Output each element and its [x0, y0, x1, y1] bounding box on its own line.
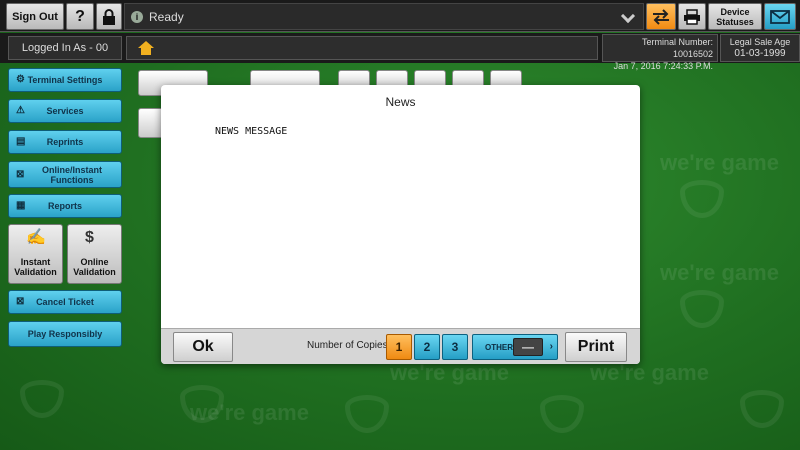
lock-button[interactable]: [96, 3, 122, 30]
sidebar-item-reprints[interactable]: ▤ Reprints: [8, 130, 122, 154]
copies-other-button[interactable]: OTHER — ›: [472, 334, 558, 360]
ok-button[interactable]: Ok: [173, 332, 233, 362]
home-icon[interactable]: [137, 40, 155, 56]
other-value-field[interactable]: —: [513, 338, 543, 356]
watermark-text: we're game: [190, 400, 309, 425]
news-message: NEWS MESSAGE: [215, 126, 288, 137]
sidebar-item-label: Online/Instant Functions: [41, 164, 102, 185]
function-icon: ⊠: [16, 168, 25, 180]
help-button[interactable]: ?: [66, 3, 94, 30]
sidebar-item-online-instant[interactable]: ⊠ Online/Instant Functions: [8, 161, 122, 188]
device-statuses-button[interactable]: Device Statuses: [708, 3, 762, 30]
lock-icon: [103, 8, 115, 25]
terminal-number: Terminal Number: 10016502: [641, 37, 713, 59]
sidebar-item-label: Services: [46, 106, 84, 116]
sidebar-item-label: Terminal Settings: [27, 75, 103, 85]
sidebar-item-label: Cancel Ticket: [36, 297, 94, 307]
top-bar: Sign Out ? i Ready Device Statuses: [0, 0, 800, 32]
instant-validation-label: Instant Validation: [14, 257, 57, 277]
chevron-right-icon: ›: [549, 341, 553, 352]
watermark-logo-icon: [740, 390, 784, 428]
report-icon: ▦: [16, 200, 26, 211]
other-label: OTHER: [485, 343, 513, 352]
modal-title: News: [385, 95, 416, 109]
envelope-icon: [770, 9, 790, 24]
legal-age-info: Legal Sale Age 01-03-1999: [720, 34, 800, 62]
printer-icon: [684, 8, 700, 25]
print-button[interactable]: [678, 3, 706, 30]
sidebar-item-cancel-ticket[interactable]: ⊠ Cancel Ticket: [8, 290, 122, 314]
watermark-text: we're game: [660, 150, 779, 175]
watermark-logo-icon: [540, 395, 584, 433]
terminal-info: Terminal Number: 10016502 Jan 7, 2016 7:…: [602, 34, 718, 71]
ticket-icon: ▤: [16, 136, 26, 147]
swap-arrows-icon: [653, 8, 669, 25]
sidebar-item-label: Play Responsibly: [27, 329, 103, 339]
watermark-text: we're game: [660, 260, 779, 285]
warning-icon: ⚠: [16, 105, 25, 116]
copies-label: Number of Copies: [307, 340, 388, 351]
sidebar-item-terminal-settings[interactable]: ⚙ Terminal Settings: [8, 68, 122, 92]
sidebar-item-play-responsibly[interactable]: Play Responsibly: [8, 321, 122, 347]
sidebar-item-reports[interactable]: ▦ Reports: [8, 194, 122, 218]
money-hand-icon: $: [85, 229, 94, 246]
online-validation-button[interactable]: $ Online Validation: [67, 224, 122, 284]
info-icon: i: [131, 10, 143, 23]
modal-footer: Ok Number of Copies 1 2 3 OTHER — › Prin…: [161, 328, 640, 364]
transfer-button[interactable]: [646, 3, 676, 30]
watermark-logo-icon: [680, 290, 724, 328]
print-button-modal[interactable]: Print: [565, 332, 627, 362]
instant-validation-button[interactable]: ✍ Instant Validation: [8, 224, 63, 284]
sidebar-item-label: Reprints: [46, 137, 84, 147]
gear-icon: ⚙: [16, 74, 25, 85]
copies-option-2[interactable]: 2: [414, 334, 440, 360]
messages-button[interactable]: [764, 3, 796, 30]
sidebar-item-label: Reports: [47, 201, 82, 211]
sidebar-item-services[interactable]: ⚠ Services: [8, 99, 122, 123]
breadcrumb: [126, 36, 598, 60]
legal-age-date: 01-03-1999: [734, 48, 786, 59]
cancel-icon: ⊠: [16, 296, 25, 307]
sign-out-button[interactable]: Sign Out: [6, 3, 64, 30]
status-bar[interactable]: i Ready: [124, 3, 644, 30]
legal-age-label: Legal Sale Age: [729, 37, 791, 47]
copies-option-1[interactable]: 1: [386, 334, 412, 360]
scratch-ticket-icon: ✍: [26, 229, 46, 246]
news-modal: News NEWS MESSAGE Ok Number of Copies 1 …: [161, 85, 640, 364]
copies-option-3[interactable]: 3: [442, 334, 468, 360]
online-validation-label: Online Validation: [73, 257, 116, 277]
datetime: Jan 7, 2016 7:24:33 P.M.: [613, 61, 713, 71]
status-text: Ready: [149, 9, 184, 24]
watermark-logo-icon: [345, 395, 389, 433]
watermark-logo-icon: [680, 180, 724, 218]
logged-in-label: Logged In As - 00: [8, 36, 122, 60]
watermark-logo-icon: [20, 380, 64, 418]
chevron-down-icon[interactable]: [620, 8, 636, 24]
watermark-logo-icon: [180, 385, 224, 423]
